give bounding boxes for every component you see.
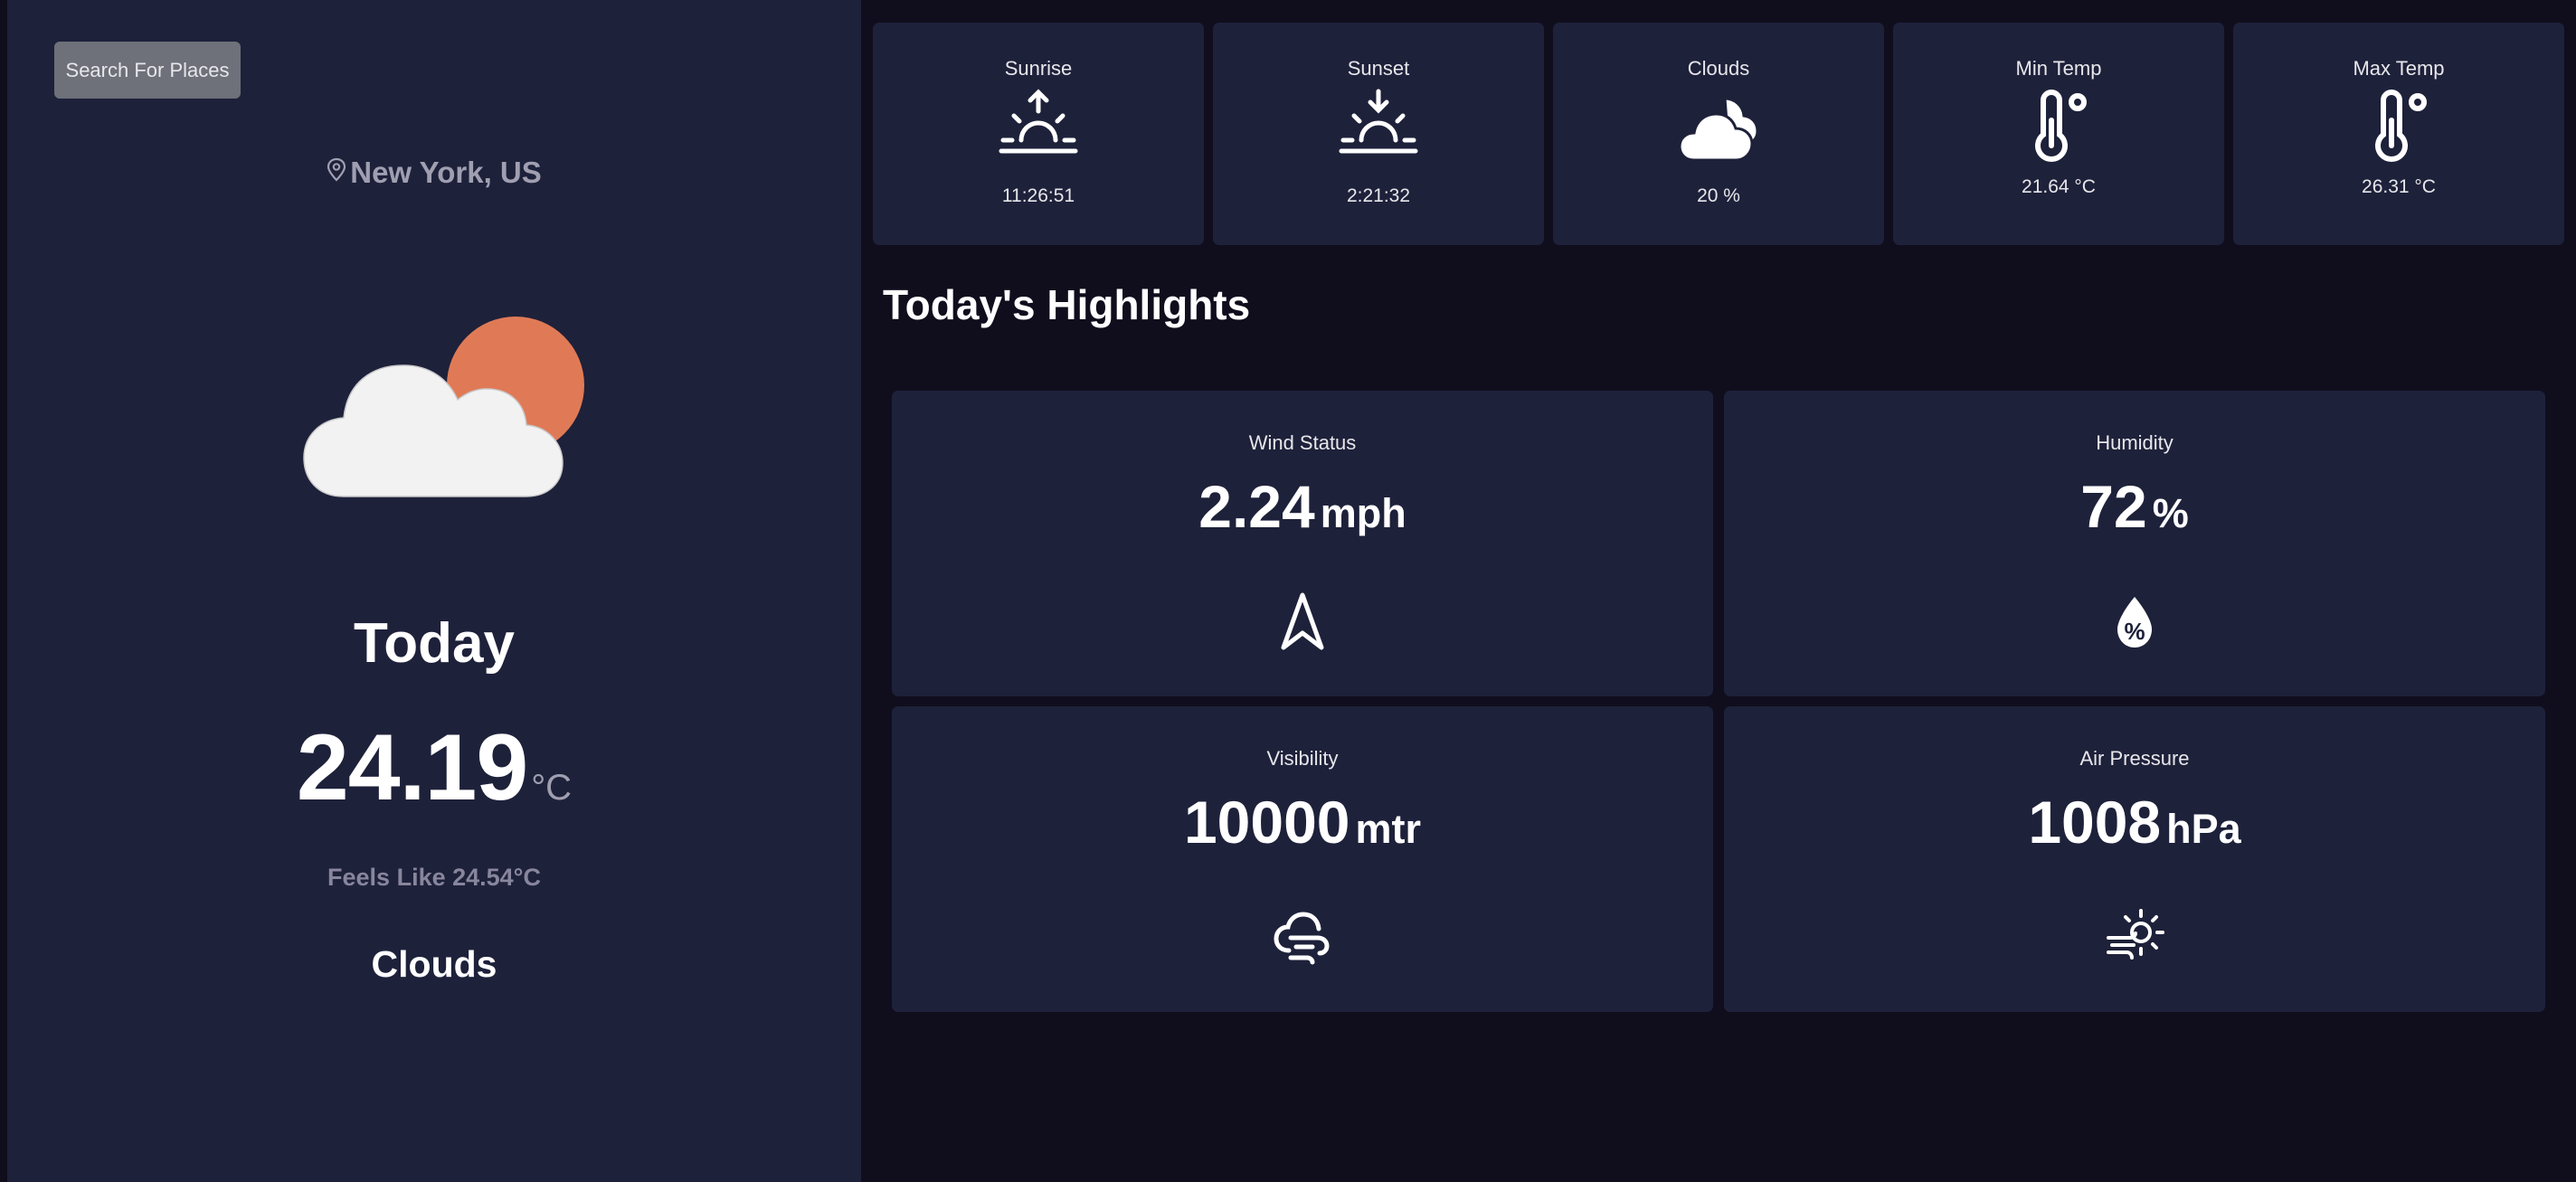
sunrise-icon xyxy=(999,89,1078,154)
humidity-value: 72 xyxy=(2080,473,2147,540)
wind-unit: mph xyxy=(1320,490,1406,536)
window-edge xyxy=(0,0,7,1182)
location-display: New York, US xyxy=(7,156,861,190)
card-label: Max Temp xyxy=(2353,57,2445,80)
svg-text:%: % xyxy=(2124,618,2145,645)
humidity-value-row: 72% xyxy=(1724,472,2545,541)
highlights-heading: Today's Highlights xyxy=(883,281,1251,328)
windy-cloud-icon xyxy=(1274,912,1330,965)
card-label: Visibility xyxy=(1266,747,1339,770)
air-pressure-card: Air Pressure 1008 hPa xyxy=(1724,706,2545,1012)
cloud-sun-icon xyxy=(303,317,584,497)
clouds-card: Clouds 20 % xyxy=(1553,23,1884,245)
sun-wind-icon xyxy=(2107,909,2164,960)
humidity-card: Humidity 72% % xyxy=(1724,391,2545,696)
location-label: New York, US xyxy=(350,156,542,189)
sunset-icon xyxy=(1339,89,1418,154)
card-label: Min Temp xyxy=(2015,57,2102,80)
day-label: Today xyxy=(354,612,515,675)
card-label: Sunrise xyxy=(1004,57,1073,80)
feels-like-text: Feels Like 24.54°C xyxy=(327,864,541,891)
card-label: Sunset xyxy=(1347,57,1410,80)
temperature-value: 24.19 xyxy=(296,715,528,820)
clouds-icon xyxy=(1678,97,1759,162)
sunset-time: 2:21:32 xyxy=(1346,185,1411,206)
pressure-unit: hPa xyxy=(2166,806,2241,852)
max-temp-value: 26.31 °C xyxy=(2362,176,2436,197)
thermometer-icon xyxy=(2035,90,2087,162)
humidity-unit: % xyxy=(2152,490,2189,536)
wind-status-card: Wind Status 2.24 mph xyxy=(892,391,1713,696)
sunset-card: Sunset 2:21:32 xyxy=(1213,23,1544,245)
pressure-value-row: 1008 hPa xyxy=(1724,788,2545,856)
current-weather-panel: Search For Places New York, US Today 24.… xyxy=(7,0,861,1182)
max-temp-card: Max Temp 26.31 °C xyxy=(2233,23,2564,245)
visibility-value-row: 10000 mtr xyxy=(892,788,1713,856)
card-label: Wind Status xyxy=(1248,431,1357,454)
thermometer-icon xyxy=(2375,90,2427,162)
min-temp-card: Min Temp 21.64 °C xyxy=(1893,23,2224,245)
pressure-value: 1008 xyxy=(2028,789,2162,856)
visibility-card: Visibility 10000 mtr xyxy=(892,706,1713,1012)
navigation-arrow-icon xyxy=(1281,592,1324,650)
location-pin-icon xyxy=(327,157,346,182)
visibility-unit: mtr xyxy=(1355,806,1422,852)
weather-condition: Clouds xyxy=(371,943,497,985)
visibility-value: 10000 xyxy=(1183,789,1350,856)
clouds-value: 20 % xyxy=(1697,185,1740,206)
min-temp-value: 21.64 °C xyxy=(2022,176,2096,197)
card-label: Air Pressure xyxy=(2079,747,2190,770)
search-places-button[interactable]: Search For Places xyxy=(54,42,241,99)
card-label: Humidity xyxy=(2096,431,2174,454)
wind-value-row: 2.24 mph xyxy=(892,472,1713,541)
temperature-unit: °C xyxy=(531,768,573,808)
weather-app: Search For Places New York, US Today 24.… xyxy=(0,0,2576,1182)
wind-value: 2.24 xyxy=(1198,473,1315,540)
card-label: Clouds xyxy=(1687,57,1750,80)
sunrise-time: 11:26:51 xyxy=(1001,185,1075,206)
sunrise-card: Sunrise 11:26:51 xyxy=(873,23,1204,245)
humidity-drop-icon: % xyxy=(2117,597,2152,648)
current-temperature: 24.19 °C xyxy=(7,714,861,822)
